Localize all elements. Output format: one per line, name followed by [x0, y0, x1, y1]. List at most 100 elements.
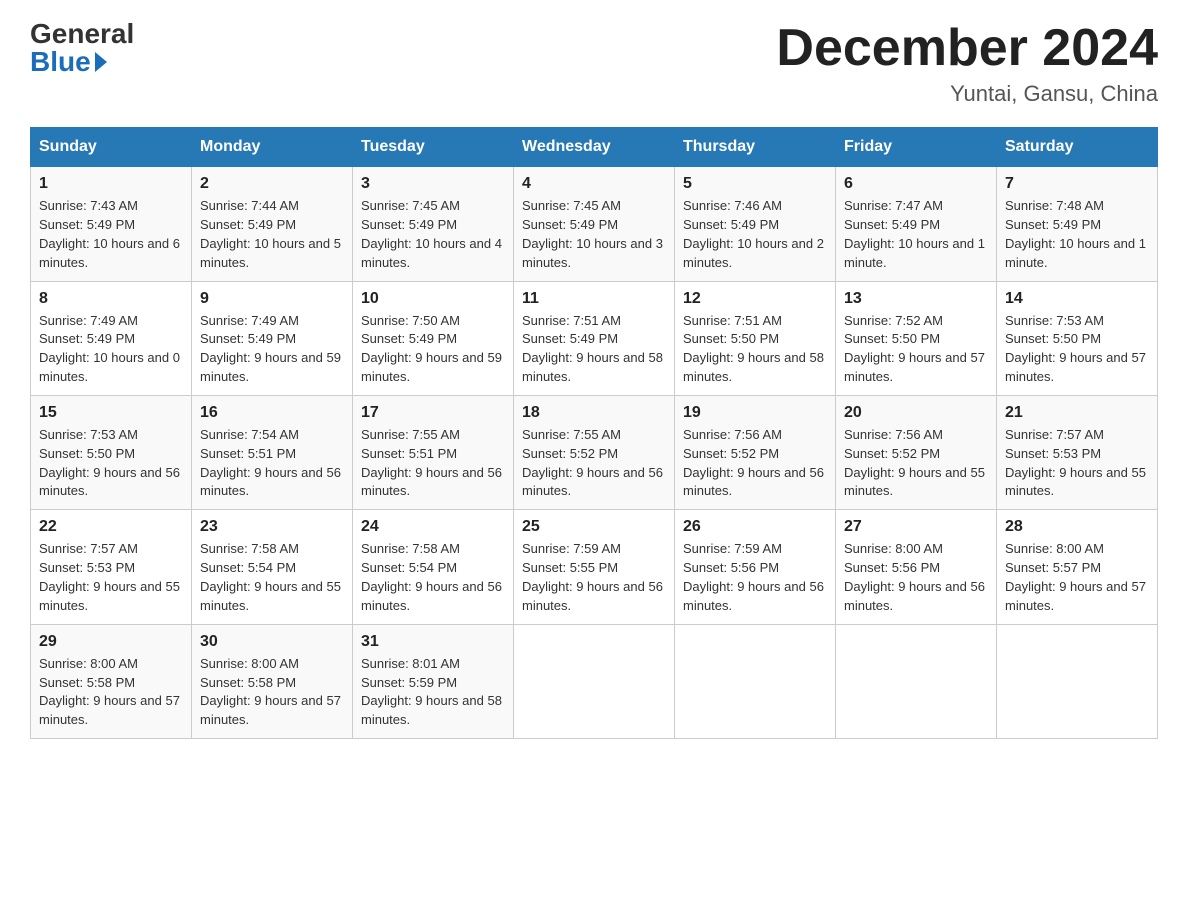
- day-number: 15: [39, 404, 183, 422]
- day-info: Sunrise: 7:55 AM Sunset: 5:51 PM Dayligh…: [361, 426, 505, 501]
- header-cell-monday: Monday: [192, 128, 353, 167]
- header-row: SundayMondayTuesdayWednesdayThursdayFrid…: [31, 128, 1158, 167]
- calendar-cell: 6Sunrise: 7:47 AM Sunset: 5:49 PM Daylig…: [836, 167, 997, 281]
- header-cell-sunday: Sunday: [31, 128, 192, 167]
- calendar-cell: 1 Sunrise: 7:43 AM Sunset: 5:49 PM Daylig…: [31, 167, 192, 281]
- day-info: Sunrise: 7:58 AM Sunset: 5:54 PM Dayligh…: [361, 540, 505, 615]
- day-info: Sunrise: 7:43 AM Sunset: 5:49 PM Dayligh…: [39, 197, 183, 272]
- title-block: December 2024 Yuntai, Gansu, China: [776, 20, 1158, 107]
- day-number: 21: [1005, 404, 1149, 422]
- week-row: 29 Sunrise: 8:00 AM Sunset: 5:58 PM Dayli…: [31, 624, 1158, 738]
- header-cell-friday: Friday: [836, 128, 997, 167]
- location-subtitle: Yuntai, Gansu, China: [776, 81, 1158, 107]
- day-number: 11: [522, 290, 666, 308]
- day-info: Sunrise: 7:47 AM Sunset: 5:49 PM Dayligh…: [844, 197, 988, 272]
- header-cell-tuesday: Tuesday: [353, 128, 514, 167]
- day-info: Sunrise: 7:54 AM Sunset: 5:51 PM Dayligh…: [200, 426, 344, 501]
- day-number: 31: [361, 633, 505, 651]
- calendar-cell: [836, 624, 997, 738]
- day-number: 25: [522, 518, 666, 536]
- day-number: 16: [200, 404, 344, 422]
- day-info: Sunrise: 7:51 AM Sunset: 5:49 PM Dayligh…: [522, 312, 666, 387]
- day-info: Sunrise: 7:46 AM Sunset: 5:49 PM Dayligh…: [683, 197, 827, 272]
- day-number: 22: [39, 518, 183, 536]
- week-row: 8 Sunrise: 7:49 AM Sunset: 5:49 PM Daylig…: [31, 281, 1158, 395]
- calendar-cell: 8 Sunrise: 7:49 AM Sunset: 5:49 PM Daylig…: [31, 281, 192, 395]
- calendar-cell: 26 Sunrise: 7:59 AM Sunset: 5:56 PM Dayli…: [675, 510, 836, 624]
- logo-blue-text: Blue: [30, 48, 107, 76]
- calendar-cell: 23Sunrise: 7:58 AM Sunset: 5:54 PM Dayli…: [192, 510, 353, 624]
- calendar-cell: 24 Sunrise: 7:58 AM Sunset: 5:54 PM Dayli…: [353, 510, 514, 624]
- day-number: 24: [361, 518, 505, 536]
- calendar-cell: 19Sunrise: 7:56 AM Sunset: 5:52 PM Dayli…: [675, 395, 836, 509]
- logo: General Blue: [30, 20, 134, 76]
- day-number: 1: [39, 175, 183, 193]
- calendar-cell: 20Sunrise: 7:56 AM Sunset: 5:52 PM Dayli…: [836, 395, 997, 509]
- day-info: Sunrise: 7:45 AM Sunset: 5:49 PM Dayligh…: [522, 197, 666, 272]
- calendar-cell: 7 Sunrise: 7:48 AM Sunset: 5:49 PM Daylig…: [997, 167, 1158, 281]
- day-info: Sunrise: 7:49 AM Sunset: 5:49 PM Dayligh…: [39, 312, 183, 387]
- calendar-cell: 4 Sunrise: 7:45 AM Sunset: 5:49 PM Daylig…: [514, 167, 675, 281]
- day-number: 5: [683, 175, 827, 193]
- day-info: Sunrise: 7:59 AM Sunset: 5:55 PM Dayligh…: [522, 540, 666, 615]
- day-number: 3: [361, 175, 505, 193]
- page-header: General Blue December 2024 Yuntai, Gansu…: [30, 20, 1158, 107]
- day-number: 28: [1005, 518, 1149, 536]
- calendar-cell: 31 Sunrise: 8:01 AM Sunset: 5:59 PM Dayli…: [353, 624, 514, 738]
- day-info: Sunrise: 7:59 AM Sunset: 5:56 PM Dayligh…: [683, 540, 827, 615]
- day-info: Sunrise: 7:50 AM Sunset: 5:49 PM Dayligh…: [361, 312, 505, 387]
- calendar-cell: 15 Sunrise: 7:53 AM Sunset: 5:50 PM Dayli…: [31, 395, 192, 509]
- day-info: Sunrise: 7:55 AM Sunset: 5:52 PM Dayligh…: [522, 426, 666, 501]
- day-number: 7: [1005, 175, 1149, 193]
- day-info: Sunrise: 8:00 AM Sunset: 5:56 PM Dayligh…: [844, 540, 988, 615]
- week-row: 1 Sunrise: 7:43 AM Sunset: 5:49 PM Daylig…: [31, 167, 1158, 281]
- day-info: Sunrise: 7:53 AM Sunset: 5:50 PM Dayligh…: [39, 426, 183, 501]
- calendar-cell: 27 Sunrise: 8:00 AM Sunset: 5:56 PM Dayli…: [836, 510, 997, 624]
- day-info: Sunrise: 7:49 AM Sunset: 5:49 PM Dayligh…: [200, 312, 344, 387]
- day-number: 4: [522, 175, 666, 193]
- calendar-cell: 3Sunrise: 7:45 AM Sunset: 5:49 PM Daylig…: [353, 167, 514, 281]
- logo-arrow-icon: [95, 52, 107, 72]
- day-info: Sunrise: 8:01 AM Sunset: 5:59 PM Dayligh…: [361, 655, 505, 730]
- day-number: 26: [683, 518, 827, 536]
- calendar-cell: 5 Sunrise: 7:46 AM Sunset: 5:49 PM Daylig…: [675, 167, 836, 281]
- calendar-cell: 13 Sunrise: 7:52 AM Sunset: 5:50 PM Dayli…: [836, 281, 997, 395]
- header-cell-wednesday: Wednesday: [514, 128, 675, 167]
- day-number: 18: [522, 404, 666, 422]
- logo-general-text: General: [30, 20, 134, 48]
- day-info: Sunrise: 7:57 AM Sunset: 5:53 PM Dayligh…: [1005, 426, 1149, 501]
- day-info: Sunrise: 7:51 AM Sunset: 5:50 PM Dayligh…: [683, 312, 827, 387]
- month-title: December 2024: [776, 20, 1158, 77]
- day-number: 14: [1005, 290, 1149, 308]
- calendar-body: 1 Sunrise: 7:43 AM Sunset: 5:49 PM Daylig…: [31, 167, 1158, 739]
- day-number: 27: [844, 518, 988, 536]
- day-info: Sunrise: 8:00 AM Sunset: 5:58 PM Dayligh…: [200, 655, 344, 730]
- day-number: 13: [844, 290, 988, 308]
- day-info: Sunrise: 7:44 AM Sunset: 5:49 PM Dayligh…: [200, 197, 344, 272]
- day-number: 29: [39, 633, 183, 651]
- calendar-cell: 10 Sunrise: 7:50 AM Sunset: 5:49 PM Dayli…: [353, 281, 514, 395]
- day-info: Sunrise: 7:52 AM Sunset: 5:50 PM Dayligh…: [844, 312, 988, 387]
- day-number: 30: [200, 633, 344, 651]
- day-info: Sunrise: 7:53 AM Sunset: 5:50 PM Dayligh…: [1005, 312, 1149, 387]
- calendar-cell: [514, 624, 675, 738]
- week-row: 22Sunrise: 7:57 AM Sunset: 5:53 PM Dayli…: [31, 510, 1158, 624]
- calendar-cell: 25 Sunrise: 7:59 AM Sunset: 5:55 PM Dayli…: [514, 510, 675, 624]
- day-number: 10: [361, 290, 505, 308]
- day-info: Sunrise: 7:56 AM Sunset: 5:52 PM Dayligh…: [844, 426, 988, 501]
- calendar-cell: 2Sunrise: 7:44 AM Sunset: 5:49 PM Daylig…: [192, 167, 353, 281]
- calendar-cell: 14 Sunrise: 7:53 AM Sunset: 5:50 PM Dayli…: [997, 281, 1158, 395]
- day-number: 19: [683, 404, 827, 422]
- day-number: 8: [39, 290, 183, 308]
- calendar-cell: 18 Sunrise: 7:55 AM Sunset: 5:52 PM Dayli…: [514, 395, 675, 509]
- calendar-cell: 17Sunrise: 7:55 AM Sunset: 5:51 PM Dayli…: [353, 395, 514, 509]
- calendar-cell: 30 Sunrise: 8:00 AM Sunset: 5:58 PM Dayli…: [192, 624, 353, 738]
- header-cell-saturday: Saturday: [997, 128, 1158, 167]
- day-info: Sunrise: 7:48 AM Sunset: 5:49 PM Dayligh…: [1005, 197, 1149, 272]
- day-info: Sunrise: 7:58 AM Sunset: 5:54 PM Dayligh…: [200, 540, 344, 615]
- day-info: Sunrise: 8:00 AM Sunset: 5:58 PM Dayligh…: [39, 655, 183, 730]
- calendar-header: SundayMondayTuesdayWednesdayThursdayFrid…: [31, 128, 1158, 167]
- calendar-cell: 11 Sunrise: 7:51 AM Sunset: 5:49 PM Dayli…: [514, 281, 675, 395]
- day-number: 12: [683, 290, 827, 308]
- calendar-cell: 12 Sunrise: 7:51 AM Sunset: 5:50 PM Dayli…: [675, 281, 836, 395]
